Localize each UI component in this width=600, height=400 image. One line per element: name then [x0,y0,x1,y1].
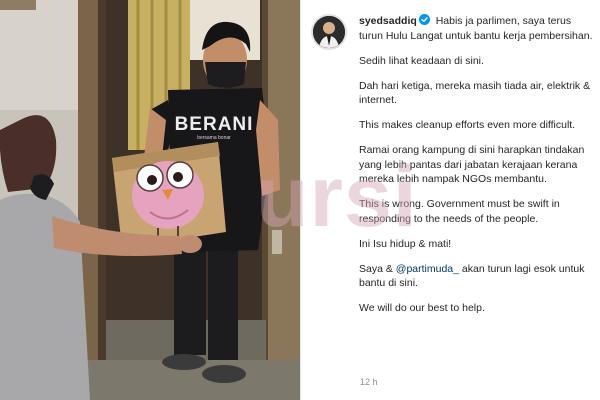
caption-paragraph-first: syedsaddiq Habis ja parlimen, saya terus… [359,14,595,43]
username-link[interactable]: syedsaddiq [359,15,417,27]
shirt-text: BERANI [175,114,254,135]
post-photo: BERANI bersama bonar [0,0,300,400]
mention-before-text: Saya & [359,262,396,275]
verified-badge-icon [418,14,430,25]
shirt-subtext: bersama bonar [197,135,231,141]
caption-paragraph: Ini Isu hidup & mati! [359,237,452,250]
flood-cleanup-photo: BERANI bersama bonar [0,0,300,400]
post-timestamp[interactable]: 12 h [360,377,378,387]
instagram-post-panel: syedsaddiq Habis ja parlimen, saya terus… [300,0,600,400]
caption-paragraph: Dah hari ketiga, mereka masih tiada air,… [359,79,591,107]
post-caption: syedsaddiq Habis ja parlimen, saya terus… [359,14,595,326]
caption-paragraph: This makes cleanup efforts even more dif… [359,119,576,132]
caption-paragraph: Ramai orang kampung di sini harapkan tin… [359,144,585,186]
caption-paragraph: This is wrong. Government must be swift … [359,198,560,225]
caption-paragraph: Sedih lihat keadaan di sini. [359,54,484,67]
avatar-image [313,16,345,48]
caption-paragraph-closing: We will do our best to help. [359,302,485,315]
user-avatar[interactable] [311,14,347,50]
caption-paragraph-mention: Saya & @partimuda_ akan turun lagi esok … [359,262,595,291]
mention-link[interactable]: @partimuda_ [396,263,459,275]
donation-box [112,142,226,248]
